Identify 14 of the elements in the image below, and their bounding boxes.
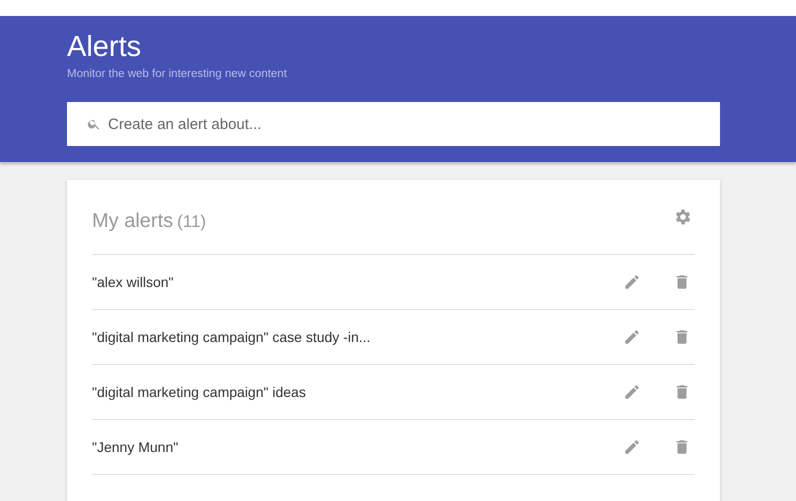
alert-query[interactable]: "digital marketing campaign" ideas — [92, 384, 623, 400]
alert-count: (11) — [177, 212, 208, 232]
alert-query[interactable]: "Jenny Munn" — [92, 439, 623, 455]
card-title: My alerts — [92, 210, 174, 233]
settings-icon[interactable] — [673, 207, 693, 227]
alert-query[interactable]: "digital marketing campaign" case study -in... — [92, 329, 623, 345]
pencil-icon[interactable] — [623, 383, 641, 401]
page-subtitle: Monitor the web for interesting new content — [67, 68, 288, 80]
page-title: Alerts — [67, 30, 142, 64]
alert-query[interactable]: "alex willson" — [92, 274, 623, 290]
search-field[interactable]: Create an alert about... — [67, 102, 720, 146]
pencil-icon[interactable] — [623, 438, 641, 456]
pencil-icon[interactable] — [623, 328, 641, 346]
pencil-icon[interactable] — [623, 273, 641, 291]
